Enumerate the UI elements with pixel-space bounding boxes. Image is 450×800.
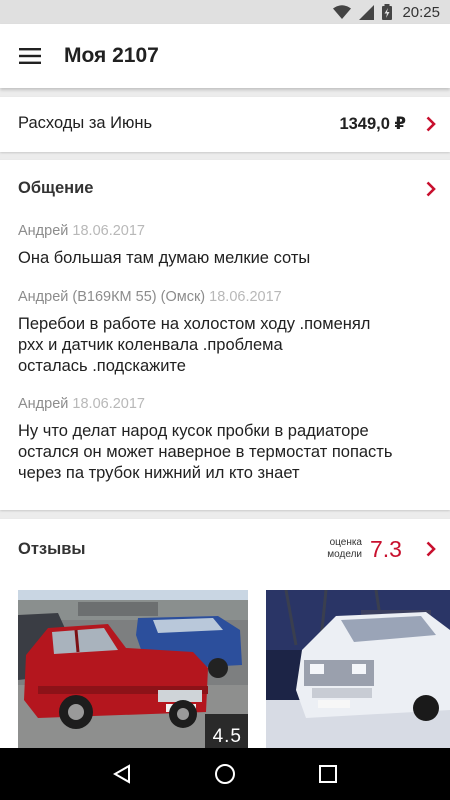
message-item[interactable]: Андрей 18.06.2017 Она большая там думаю … <box>18 223 428 269</box>
home-icon <box>214 764 235 784</box>
message-item[interactable]: Андрей 18.06.2017 Ну что делат народ кус… <box>18 396 428 484</box>
wifi-icon <box>333 4 352 19</box>
battery-charging-icon <box>382 4 393 20</box>
message-item[interactable]: Андрей (В169КМ 55) (Омск) 18.06.2017 Пер… <box>18 289 428 377</box>
back-button[interactable] <box>94 748 150 800</box>
chevron-right-icon[interactable] <box>426 541 436 557</box>
white-lada-2107-photo <box>266 590 450 750</box>
communication-title: Общение <box>18 179 94 197</box>
message-author: Андрей <box>18 396 69 412</box>
message-author: Андрей <box>18 223 69 239</box>
message-meta: Андрей 18.06.2017 <box>18 223 428 239</box>
app-bar: Моя 2107 <box>0 24 450 88</box>
message-meta: Андрей (В169КМ 55) (Омск) 18.06.2017 <box>18 289 428 305</box>
message-date: 18.06.2017 <box>209 289 282 305</box>
status-time: 20:25 <box>402 3 440 21</box>
expenses-card[interactable]: Расходы за Июнь 1349,0 ₽ <box>0 97 450 152</box>
signal-icon <box>359 4 375 20</box>
back-icon <box>112 764 130 784</box>
message-date: 18.06.2017 <box>72 223 145 239</box>
message-text: Перебои в работе на холостом ходу .помен… <box>18 315 371 375</box>
recents-button[interactable] <box>300 748 356 800</box>
review-photo[interactable]: 4.5 <box>18 590 248 750</box>
review-photo[interactable] <box>266 590 450 750</box>
message-text: Она большая там думаю мелкие соты <box>18 249 311 267</box>
expenses-amount: 1349,0 ₽ <box>339 115 406 133</box>
reviews-card: Отзывы оценка модели 7.3 4.5 <box>0 519 450 759</box>
page-title: Моя 2107 <box>64 44 159 67</box>
status-bar: 20:25 <box>0 0 450 24</box>
chevron-right-icon[interactable] <box>426 116 436 132</box>
message-meta: Андрей 18.06.2017 <box>18 396 428 412</box>
menu-button[interactable] <box>0 24 62 88</box>
message-author: Андрей (В169КМ 55) (Омск) <box>18 289 206 305</box>
expenses-label: Расходы за Июнь <box>18 114 153 132</box>
message-date: 18.06.2017 <box>72 396 145 412</box>
hamburger-menu-icon <box>19 48 41 64</box>
model-rating-caption: оценка модели <box>327 537 362 560</box>
system-nav-bar <box>0 748 450 800</box>
model-rating-value: 7.3 <box>370 536 402 562</box>
home-button[interactable] <box>197 748 253 800</box>
recents-icon <box>319 765 338 783</box>
communication-card: Общение Андрей 18.06.2017 Она большая та… <box>0 160 450 510</box>
message-text: Ну что делат народ кусок пробки в радиат… <box>18 422 393 482</box>
review-score-badge: 4.5 <box>204 714 248 750</box>
chevron-right-icon[interactable] <box>426 181 436 197</box>
reviews-title: Отзывы <box>18 540 86 558</box>
